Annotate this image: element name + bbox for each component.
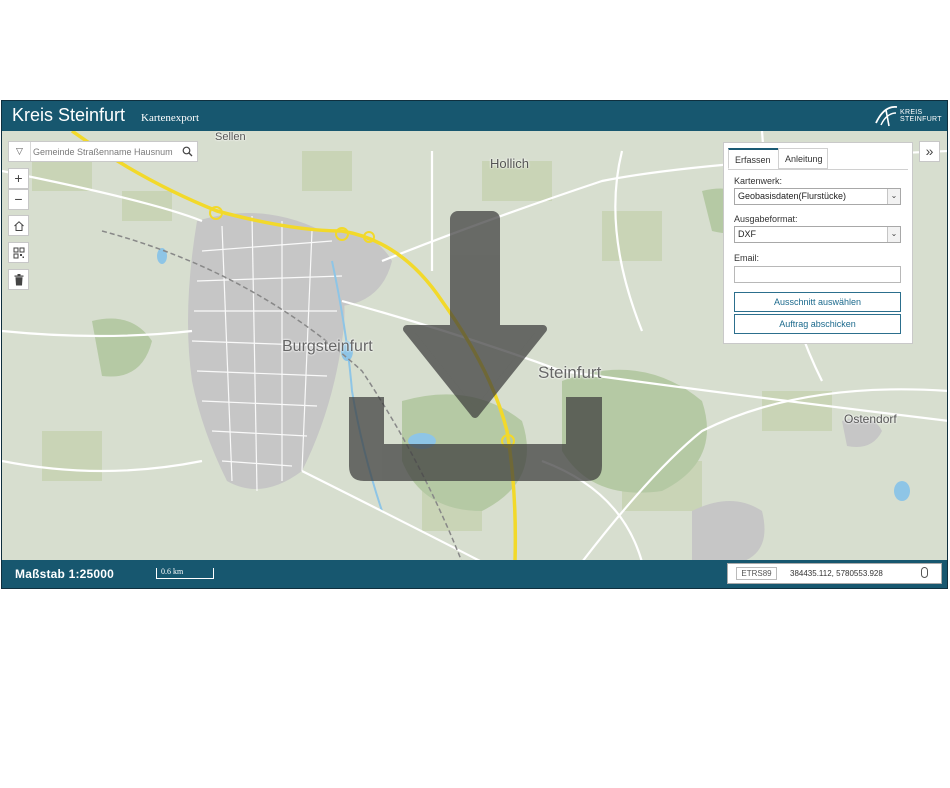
app-title: Kreis Steinfurt	[12, 105, 126, 125]
search-icon	[182, 146, 193, 157]
submit-order-button[interactable]: Auftrag abschicken	[734, 314, 901, 334]
delete-button[interactable]	[8, 269, 29, 290]
map-label-steinfurt: Steinfurt	[538, 363, 602, 382]
email-label: Email:	[734, 253, 760, 263]
coordinate-readout: 384435.112, 5780553.928	[790, 569, 883, 578]
format-select[interactable]: DXF ⌄	[734, 226, 901, 243]
minus-icon: −	[14, 191, 23, 207]
mouse-icon	[921, 567, 928, 578]
crs-selector[interactable]: ETRS89	[736, 567, 777, 580]
tab-erfassen[interactable]: Erfassen	[728, 148, 779, 169]
search-button[interactable]	[178, 142, 197, 161]
chevron-down-icon: ⌄	[887, 227, 900, 242]
tab-divider	[728, 169, 908, 170]
trash-icon	[14, 274, 23, 286]
home-button[interactable]	[8, 215, 29, 236]
export-panel: Erfassen Anleitung Kartenwerk: Geobasisd…	[723, 142, 913, 344]
kartenwerk-value: Geobasisdaten(Flurstücke)	[738, 191, 847, 201]
qr-code-button[interactable]	[8, 242, 29, 263]
footer-bar: Maßstab 1:25000 0.6 km ETRS89 384435.112…	[2, 560, 947, 588]
kartenwerk-select[interactable]: Geobasisdaten(Flurstücke) ⌄	[734, 188, 901, 205]
map-label-burgsteinfurt: Burgsteinfurt	[282, 338, 373, 355]
qr-code-icon	[13, 247, 24, 259]
zoom-in-button[interactable]: +	[8, 168, 29, 189]
home-icon	[13, 221, 24, 231]
kartenwerk-label: Kartenwerk:	[734, 176, 783, 186]
format-label: Ausgabeformat:	[734, 214, 798, 224]
address-search-box: ▽	[8, 141, 198, 162]
format-value: DXF	[738, 229, 756, 239]
plus-icon: +	[14, 170, 23, 186]
search-dropdown-toggle[interactable]: ▽	[9, 142, 31, 161]
map-label-hollich: Hollich	[490, 156, 530, 171]
scale-text: Maßstab 1:25000	[15, 567, 115, 581]
coordinate-display: ETRS89 384435.112, 5780553.928	[727, 563, 942, 584]
search-input[interactable]	[33, 144, 179, 159]
map-label-sellen: Sellen	[215, 131, 246, 143]
double-chevron-right-icon: »	[925, 143, 934, 159]
header-bar: Kreis Steinfurt Kartenexport KREIS STEIN…	[2, 101, 947, 131]
tab-anleitung[interactable]: Anleitung	[778, 148, 828, 169]
expand-panel-button[interactable]: »	[919, 141, 940, 162]
map-label-ostendorf: Ostendorf	[844, 412, 897, 426]
chevron-down-icon: ⌄	[887, 189, 900, 204]
logo-swoosh-icon	[875, 105, 898, 127]
app-window: Kreis Steinfurt Kartenexport KREIS STEIN…	[1, 100, 948, 589]
kreis-steinfurt-logo: KREIS STEINFURT	[873, 104, 942, 128]
select-area-button[interactable]: Ausschnitt auswählen	[734, 292, 901, 312]
zoom-out-button[interactable]: −	[8, 189, 29, 210]
scale-bar: 0.6 km	[156, 567, 214, 579]
email-field[interactable]	[734, 266, 901, 283]
logo-text: KREIS STEINFURT	[900, 109, 942, 123]
app-subtitle: Kartenexport	[141, 112, 200, 124]
